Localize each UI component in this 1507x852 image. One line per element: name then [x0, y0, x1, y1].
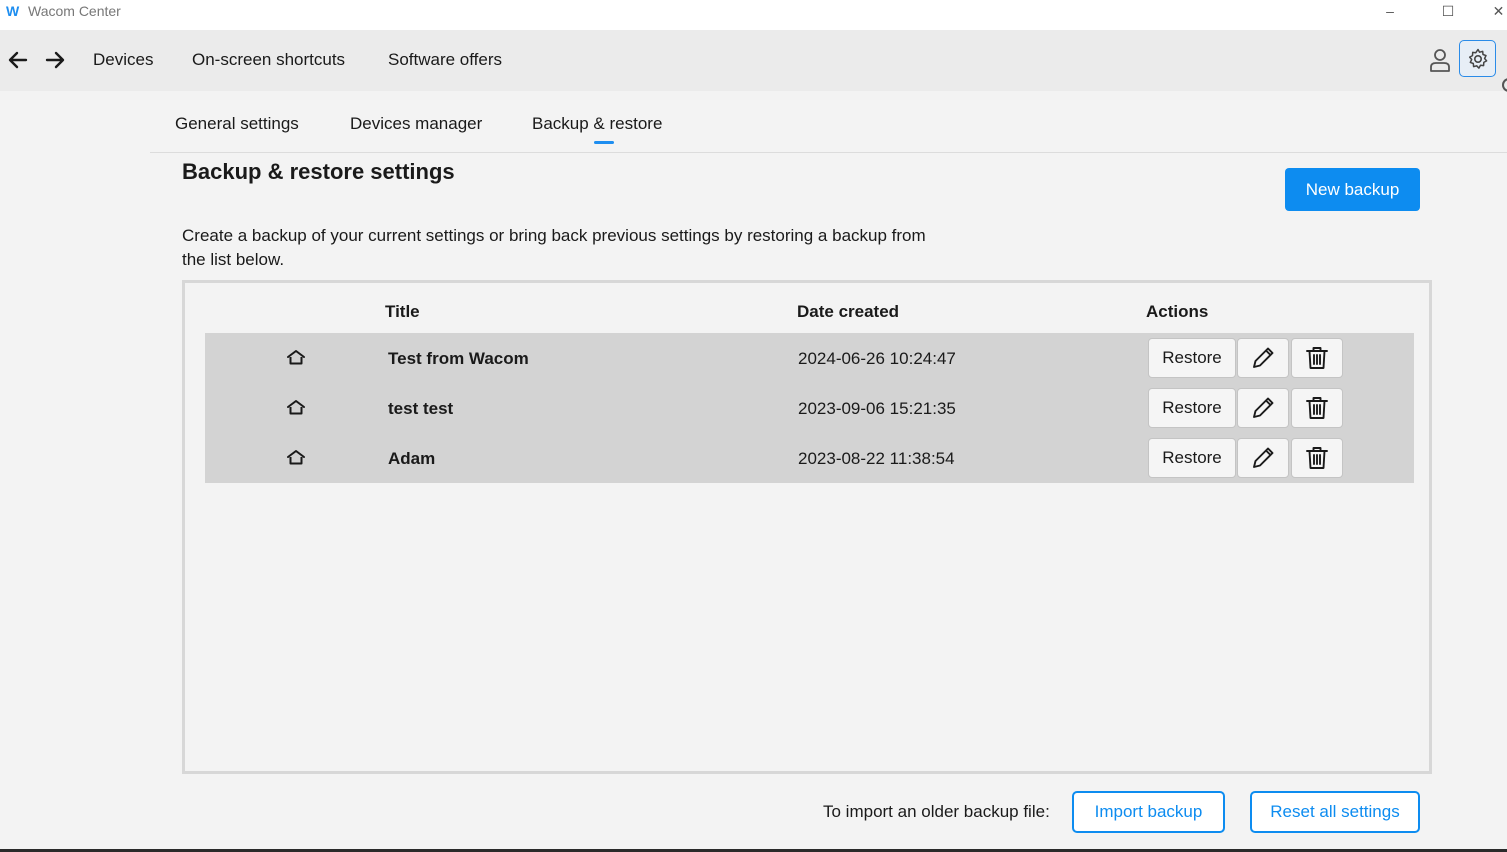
- backup-date: 2024-06-26 10:24:47: [798, 349, 956, 368]
- backup-date: 2023-08-22 11:38:54: [798, 449, 955, 468]
- backup-title: Adam: [388, 449, 436, 468]
- backup-list: Test from Wacom 2024-06-26 10:24:47 Rest…: [205, 333, 1414, 483]
- restore-button[interactable]: Restore: [1148, 338, 1236, 378]
- home-icon: [287, 350, 305, 365]
- column-header-actions: Actions: [1146, 302, 1209, 321]
- home-icon: [287, 400, 305, 415]
- pencil-icon: [1253, 347, 1274, 368]
- top-navigation: Devices On-screen shortcuts Software off…: [0, 30, 1507, 92]
- trash-icon: [1306, 397, 1328, 419]
- wacom-logo-icon: W: [6, 3, 20, 19]
- reset-all-settings-button[interactable]: Reset all settings: [1250, 791, 1420, 833]
- page-description: Create a backup of your current settings…: [182, 226, 926, 269]
- edit-button[interactable]: [1237, 388, 1289, 428]
- backup-date: 2023-09-06 15:21:35: [798, 399, 956, 418]
- edit-button[interactable]: [1237, 338, 1289, 378]
- title-bar: W Wacom Center – ☐ ✕: [0, 0, 1507, 30]
- import-backup-button[interactable]: Import backup: [1072, 791, 1225, 833]
- new-backup-button[interactable]: New backup: [1285, 168, 1420, 211]
- table-row[interactable]: test test 2023-09-06 15:21:35 Restore: [205, 383, 1414, 433]
- nav-on-screen-shortcuts[interactable]: On-screen shortcuts: [192, 49, 345, 71]
- tab-backup-restore[interactable]: Backup & restore: [532, 113, 662, 135]
- close-button[interactable]: ✕: [1490, 0, 1507, 22]
- restore-button[interactable]: Restore: [1148, 388, 1236, 428]
- settings-button[interactable]: [1459, 40, 1496, 77]
- arrow-left-icon[interactable]: [6, 48, 30, 72]
- nav-software-offers[interactable]: Software offers: [388, 49, 502, 71]
- delete-button[interactable]: [1291, 388, 1343, 428]
- home-icon: [287, 450, 305, 465]
- import-label: To import an older backup file:: [823, 802, 1050, 821]
- backup-table: Title Date created Actions Test from Wac…: [182, 280, 1432, 774]
- partial-icon: [1502, 78, 1507, 92]
- gear-icon: [1468, 48, 1487, 69]
- backup-title: test test: [388, 399, 454, 418]
- trash-icon: [1306, 447, 1328, 469]
- restore-button[interactable]: Restore: [1148, 438, 1236, 478]
- tab-devices-manager[interactable]: Devices manager: [350, 113, 482, 135]
- active-tab-indicator: [594, 141, 614, 144]
- table-row[interactable]: Adam 2023-08-22 11:38:54 Restore: [205, 433, 1414, 483]
- page-title: Backup & restore settings: [182, 159, 455, 184]
- column-header-date[interactable]: Date created: [797, 301, 899, 323]
- user-icon[interactable]: [1428, 47, 1452, 73]
- edit-button[interactable]: [1237, 438, 1289, 478]
- nav-devices[interactable]: Devices: [93, 49, 153, 71]
- trash-icon: [1306, 347, 1328, 369]
- backup-title: Test from Wacom: [388, 349, 529, 368]
- minimize-button[interactable]: –: [1370, 0, 1410, 22]
- tab-general-settings[interactable]: General settings: [175, 113, 299, 135]
- arrow-right-icon[interactable]: [43, 48, 67, 72]
- maximize-button[interactable]: ☐: [1428, 0, 1468, 22]
- table-row[interactable]: Test from Wacom 2024-06-26 10:24:47 Rest…: [205, 333, 1414, 383]
- column-header-title[interactable]: Title: [385, 301, 420, 323]
- settings-tabs: General settings Devices manager Backup …: [150, 91, 1507, 153]
- pencil-icon: [1253, 397, 1274, 418]
- delete-button[interactable]: [1291, 438, 1343, 478]
- delete-button[interactable]: [1291, 338, 1343, 378]
- window-title: Wacom Center: [28, 3, 121, 19]
- pencil-icon: [1253, 447, 1274, 468]
